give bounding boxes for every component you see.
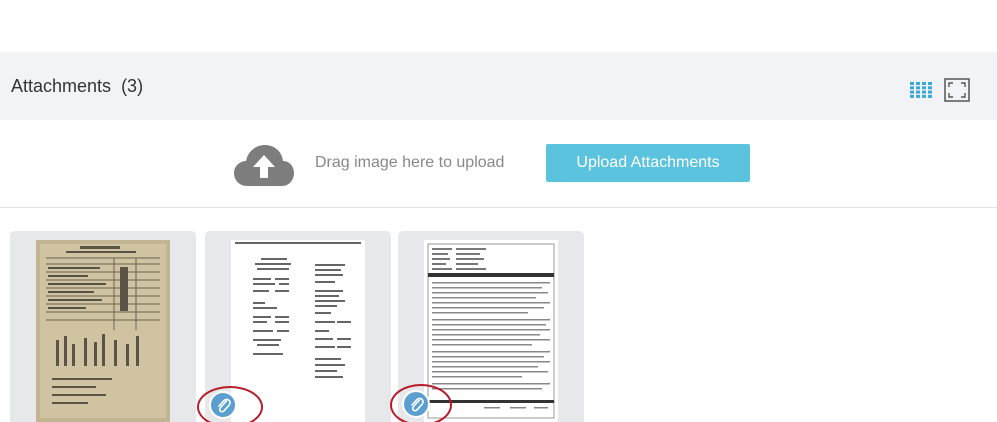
- attachment-thumbnail[interactable]: [36, 240, 170, 422]
- section-title-label: Attachments: [11, 76, 112, 96]
- grid-view-icon[interactable]: [910, 82, 932, 98]
- attachments-header: Attachments (3): [0, 52, 997, 120]
- paperclip-icon[interactable]: [209, 391, 237, 419]
- section-title: Attachments (3): [11, 76, 143, 97]
- upload-attachments-button[interactable]: Upload Attachments: [546, 144, 750, 182]
- drag-hint-text: Drag image here to upload: [315, 154, 505, 171]
- cloud-upload-icon: [232, 142, 296, 188]
- attachment-card-1[interactable]: [10, 231, 196, 422]
- paperclip-icon[interactable]: [402, 390, 430, 418]
- attachment-count: (3): [121, 76, 144, 96]
- expand-icon[interactable]: [944, 78, 970, 102]
